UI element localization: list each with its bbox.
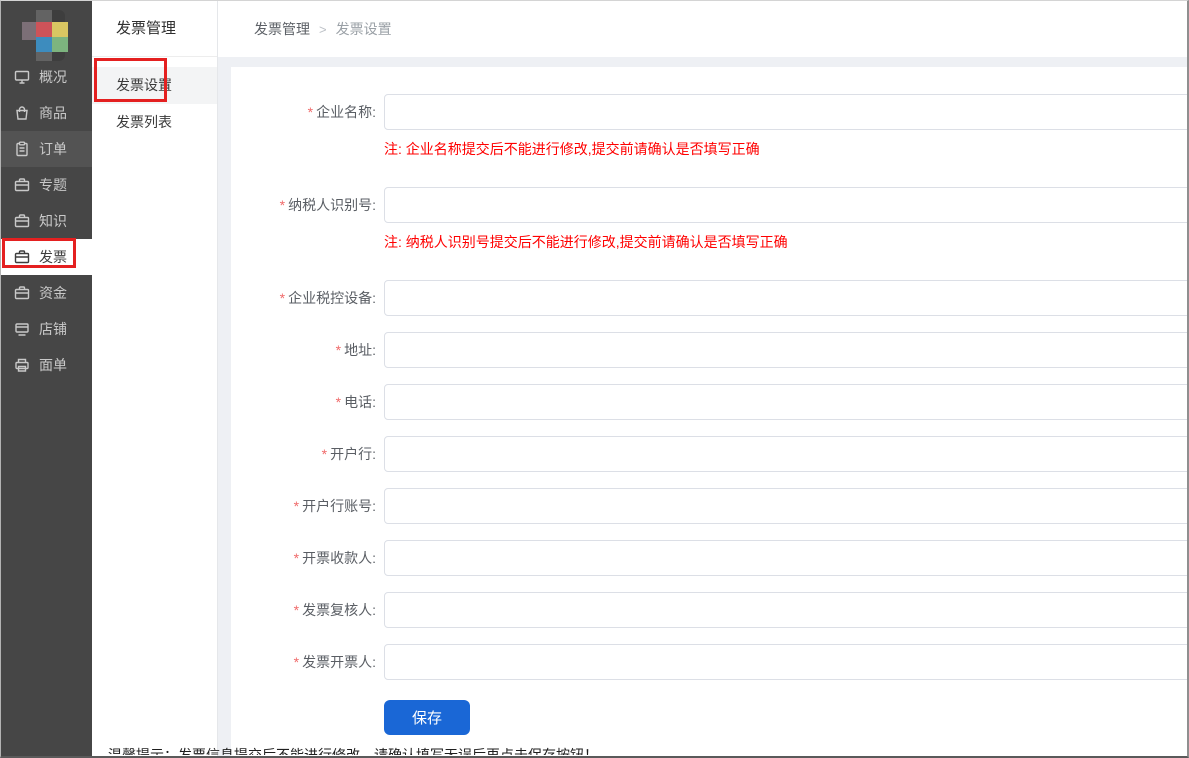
sidebar-item-label: 订单 xyxy=(39,139,67,159)
form-row-4: *电话: xyxy=(231,384,1187,420)
submenu-title: 发票管理 xyxy=(92,1,217,57)
form-row-5: *开户行: xyxy=(231,436,1187,472)
field-input-5[interactable] xyxy=(384,436,1187,472)
storefront-icon xyxy=(14,321,30,337)
field-input-0[interactable] xyxy=(384,94,1187,130)
main-area: 发票管理 > 发票设置 *企业名称: 注: 企业名称提交后不能进行修改,提交前请确… xyxy=(218,1,1187,756)
printer-icon xyxy=(14,357,30,373)
submenu-list: 发票设置发票列表 xyxy=(92,67,217,141)
required-asterisk: * xyxy=(336,342,341,358)
required-asterisk: * xyxy=(294,602,299,618)
sidebar-item-orders[interactable]: 订单 xyxy=(1,131,92,167)
form-row-7: *开票收款人: xyxy=(231,540,1187,576)
sidebar-item-goods[interactable]: 商品 xyxy=(1,95,92,131)
form-row-2: *企业税控设备: xyxy=(231,280,1187,316)
briefcase-icon xyxy=(14,285,30,301)
field-input-1[interactable] xyxy=(384,187,1187,223)
required-asterisk: * xyxy=(280,197,285,213)
field-label: *开户行: xyxy=(231,436,376,472)
field-label: *开户行账号: xyxy=(231,488,376,524)
sidebar-nav: 概况商品订单专题知识发票资金店铺面单 xyxy=(1,59,92,383)
sidebar-item-knowledge[interactable]: 知识 xyxy=(1,203,92,239)
form-row-0: *企业名称: xyxy=(231,94,1187,130)
field-note: 注: 企业名称提交后不能进行修改,提交前请确认是否填写正确 xyxy=(384,139,1187,159)
sidebar-item-label: 概况 xyxy=(39,67,67,87)
required-asterisk: * xyxy=(336,394,341,410)
invoice-settings-form-panel: *企业名称: 注: 企业名称提交后不能进行修改,提交前请确认是否填写正确 *纳税人识… xyxy=(231,67,1187,756)
sidebar-item-label: 面单 xyxy=(39,355,67,375)
required-asterisk: * xyxy=(294,550,299,566)
sidebar-item-waybill[interactable]: 面单 xyxy=(1,347,92,383)
clipped-footer-text: 温馨提示：发票信息提交后不能进行修改，请确认填写无误后再点击保存按钮！ xyxy=(108,745,628,755)
sidebar-item-label: 专题 xyxy=(39,175,67,195)
field-label: *企业税控设备: xyxy=(231,280,376,316)
sidebar-item-label: 发票 xyxy=(39,247,67,267)
primary-sidebar: 概况商品订单专题知识发票资金店铺面单 xyxy=(1,1,92,756)
breadcrumb: 发票管理 > 发票设置 xyxy=(218,1,1187,57)
field-note: 注: 纳税人识别号提交后不能进行修改,提交前请确认是否填写正确 xyxy=(384,232,1187,252)
form-row-8: *发票复核人: xyxy=(231,592,1187,628)
required-asterisk: * xyxy=(308,104,313,120)
field-label: *发票复核人: xyxy=(231,592,376,628)
form-row-3: *地址: xyxy=(231,332,1187,368)
required-asterisk: * xyxy=(280,290,285,306)
goods-bag-icon xyxy=(14,105,30,121)
sidebar-item-invoice[interactable]: 发票 xyxy=(1,239,92,275)
field-label: *发票开票人: xyxy=(231,644,376,680)
field-label: *纳税人识别号: xyxy=(231,187,376,223)
save-button[interactable]: 保存 xyxy=(384,700,470,735)
clipboard-icon xyxy=(14,141,30,157)
briefcase-icon xyxy=(14,249,30,265)
field-input-4[interactable] xyxy=(384,384,1187,420)
field-input-6[interactable] xyxy=(384,488,1187,524)
sidebar-item-funds[interactable]: 资金 xyxy=(1,275,92,311)
briefcase-icon xyxy=(14,213,30,229)
invoice-settings-form: *企业名称: 注: 企业名称提交后不能进行修改,提交前请确认是否填写正确 *纳税人识… xyxy=(231,94,1187,680)
submenu-item-invoice-list[interactable]: 发票列表 xyxy=(92,104,217,141)
sidebar-item-shop[interactable]: 店铺 xyxy=(1,311,92,347)
sidebar-item-label: 资金 xyxy=(39,283,67,303)
field-input-3[interactable] xyxy=(384,332,1187,368)
field-input-7[interactable] xyxy=(384,540,1187,576)
required-asterisk: * xyxy=(294,654,299,670)
sidebar-item-overview[interactable]: 概况 xyxy=(1,59,92,95)
secondary-sidebar: 发票管理 发票设置发票列表 xyxy=(92,1,218,756)
sidebar-item-topics[interactable]: 专题 xyxy=(1,167,92,203)
field-input-9[interactable] xyxy=(384,644,1187,680)
field-input-8[interactable] xyxy=(384,592,1187,628)
sidebar-item-label: 商品 xyxy=(39,103,67,123)
app-window: 概况商品订单专题知识发票资金店铺面单 发票管理 发票设置发票列表 发票管理 > … xyxy=(0,0,1189,758)
field-label: *电话: xyxy=(231,384,376,420)
field-label: *开票收款人: xyxy=(231,540,376,576)
breadcrumb-item-invoice-management[interactable]: 发票管理 xyxy=(254,19,310,39)
field-input-2[interactable] xyxy=(384,280,1187,316)
form-row-6: *开户行账号: xyxy=(231,488,1187,524)
submenu-item-invoice-settings[interactable]: 发票设置 xyxy=(92,67,217,104)
sidebar-item-label: 店铺 xyxy=(39,319,67,339)
breadcrumb-separator-icon: > xyxy=(319,22,327,37)
required-asterisk: * xyxy=(322,446,327,462)
logo-area xyxy=(1,1,92,59)
briefcase-icon xyxy=(14,177,30,193)
app-logo xyxy=(22,10,70,58)
breadcrumb-item-invoice-settings: 发票设置 xyxy=(336,19,392,39)
form-row-9: *发票开票人: xyxy=(231,644,1187,680)
sidebar-item-label: 知识 xyxy=(39,211,67,231)
field-label: *地址: xyxy=(231,332,376,368)
monitor-icon xyxy=(14,69,30,85)
required-asterisk: * xyxy=(294,498,299,514)
field-label: *企业名称: xyxy=(231,94,376,130)
form-row-1: *纳税人识别号: xyxy=(231,187,1187,223)
